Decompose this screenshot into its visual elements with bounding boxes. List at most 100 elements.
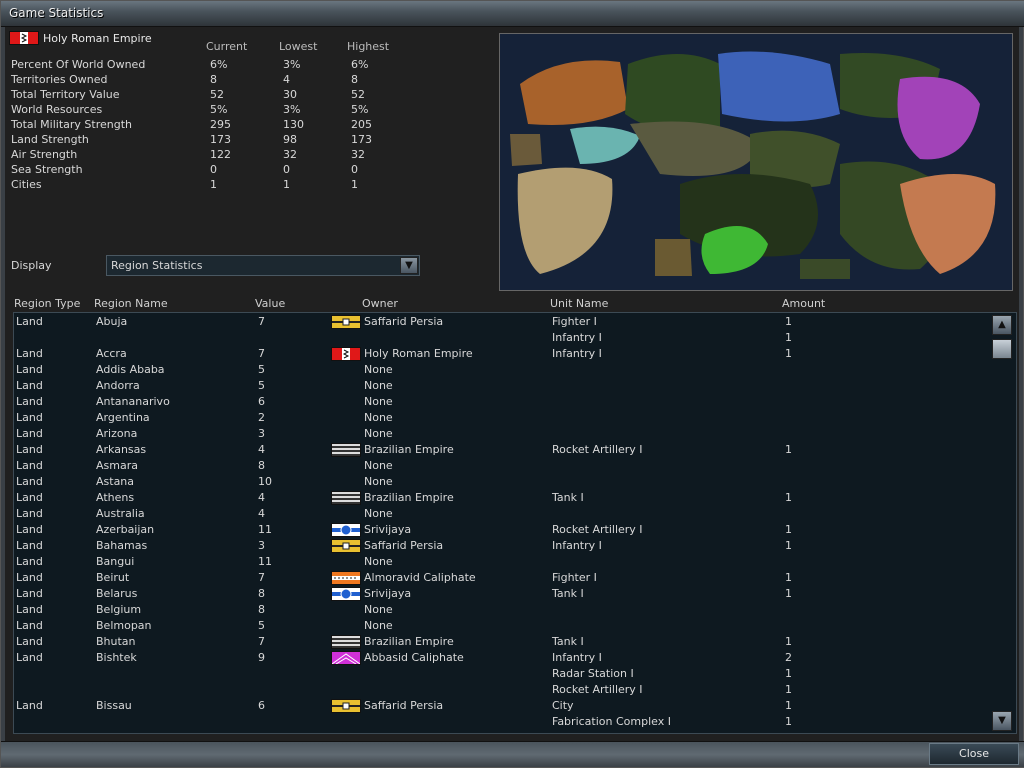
cell-unit: Rocket Artillery I bbox=[552, 683, 643, 696]
cell-type: Land bbox=[16, 379, 43, 392]
stat-label: Air Strength bbox=[11, 148, 77, 161]
cell-amount: 1 bbox=[785, 491, 792, 504]
cell-value: 7 bbox=[258, 571, 265, 584]
cell-amount: 1 bbox=[785, 635, 792, 648]
stat-current: 173 bbox=[210, 133, 231, 146]
cell-amount: 1 bbox=[785, 683, 792, 696]
table-row[interactable]: LandAthens4Brazilian EmpireTank I1 bbox=[14, 490, 989, 506]
table-row[interactable]: LandBissau6Saffarid PersiaCity1 bbox=[14, 698, 989, 714]
stat-highest: 173 bbox=[351, 133, 372, 146]
nation-flag-icon bbox=[9, 31, 39, 45]
cell-name: Addis Ababa bbox=[96, 363, 165, 376]
stat-label: Cities bbox=[11, 178, 42, 191]
cell-unit: Infantry I bbox=[552, 347, 602, 360]
cell-type: Land bbox=[16, 539, 43, 552]
cell-owner: None bbox=[364, 363, 393, 376]
table-row[interactable]: LandAstana10None bbox=[14, 474, 989, 490]
cell-unit: Tank I bbox=[552, 635, 584, 648]
owner-flag-icon bbox=[331, 587, 361, 601]
dropdown-arrow-icon[interactable]: ▼ bbox=[400, 257, 418, 274]
table-row[interactable]: Radar Station I1 bbox=[14, 666, 989, 682]
table-row[interactable]: LandAsmara8None bbox=[14, 458, 989, 474]
table-row[interactable]: LandArgentina2None bbox=[14, 410, 989, 426]
cell-type: Land bbox=[16, 459, 43, 472]
cell-owner: Almoravid Caliphate bbox=[364, 571, 476, 584]
cell-owner: Brazilian Empire bbox=[364, 443, 454, 456]
table-row[interactable]: LandArizona3None bbox=[14, 426, 989, 442]
scroll-thumb[interactable] bbox=[992, 339, 1012, 359]
display-label: Display bbox=[11, 259, 52, 272]
cell-type: Land bbox=[16, 619, 43, 632]
table-row[interactable]: Infantry I1 bbox=[14, 330, 989, 346]
nation-name: Holy Roman Empire bbox=[43, 32, 152, 45]
col-region-type[interactable]: Region Type bbox=[14, 297, 80, 310]
col-unit-name[interactable]: Unit Name bbox=[550, 297, 608, 310]
cell-value: 5 bbox=[258, 619, 265, 632]
cell-name: Athens bbox=[96, 491, 134, 504]
table-row[interactable]: LandBhutan7Brazilian EmpireTank I1 bbox=[14, 634, 989, 650]
cell-owner: None bbox=[364, 411, 393, 424]
cell-type: Land bbox=[16, 523, 43, 536]
region-table-body[interactable]: LandAbuja7Saffarid PersiaFighter I1Infan… bbox=[13, 312, 1017, 734]
table-row[interactable]: LandBangui11None bbox=[14, 554, 989, 570]
stat-current: 52 bbox=[210, 88, 224, 101]
close-button[interactable]: Close bbox=[929, 743, 1019, 765]
stat-highest: 8 bbox=[351, 73, 358, 86]
cell-amount: 1 bbox=[785, 571, 792, 584]
table-row[interactable]: LandArkansas4Brazilian EmpireRocket Arti… bbox=[14, 442, 989, 458]
cell-owner: None bbox=[364, 395, 393, 408]
table-row[interactable]: LandAddis Ababa5None bbox=[14, 362, 989, 378]
table-row[interactable]: Fabrication Complex I1 bbox=[14, 714, 989, 730]
table-row[interactable]: LandAndorra5None bbox=[14, 378, 989, 394]
cell-value: 11 bbox=[258, 555, 272, 568]
stat-highest: 5% bbox=[351, 103, 368, 116]
table-row[interactable]: LandAbuja7Saffarid PersiaFighter I1 bbox=[14, 314, 989, 330]
col-amount[interactable]: Amount bbox=[782, 297, 825, 310]
cell-owner: Brazilian Empire bbox=[364, 635, 454, 648]
table-row[interactable]: LandAzerbaijan11SrivijayaRocket Artiller… bbox=[14, 522, 989, 538]
cell-owner: Abbasid Caliphate bbox=[364, 651, 464, 664]
cell-type: Land bbox=[16, 395, 43, 408]
owner-flag-icon bbox=[331, 635, 361, 649]
scroll-up-icon[interactable]: ▲ bbox=[992, 315, 1012, 335]
scroll-down-icon[interactable]: ▼ bbox=[992, 711, 1012, 731]
stat-label: Sea Strength bbox=[11, 163, 83, 176]
cell-value: 8 bbox=[258, 603, 265, 616]
table-row[interactable]: LandBishtek9Abbasid CaliphateInfantry I2 bbox=[14, 650, 989, 666]
cell-amount: 1 bbox=[785, 347, 792, 360]
stat-lowest: 0 bbox=[283, 163, 290, 176]
stat-highest: 32 bbox=[351, 148, 365, 161]
table-scrollbar[interactable]: ▲ ▼ bbox=[992, 315, 1012, 731]
table-row[interactable]: LandBelgium8None bbox=[14, 602, 989, 618]
cell-name: Arizona bbox=[96, 427, 137, 440]
world-map[interactable] bbox=[499, 33, 1013, 291]
table-row[interactable]: LandAccra7Holy Roman EmpireInfantry I1 bbox=[14, 346, 989, 362]
cell-type: Land bbox=[16, 587, 43, 600]
col-value[interactable]: Value bbox=[255, 297, 285, 310]
table-row[interactable]: Rocket Artillery I 1 bbox=[14, 682, 989, 698]
table-row[interactable]: LandBeirut7Almoravid CaliphateFighter I1 bbox=[14, 570, 989, 586]
cell-unit: Tank I bbox=[552, 491, 584, 504]
stat-highest: 0 bbox=[351, 163, 358, 176]
col-owner[interactable]: Owner bbox=[362, 297, 398, 310]
display-dropdown[interactable]: Region Statistics ▼ bbox=[106, 255, 420, 276]
cell-unit: Rocket Artillery I bbox=[552, 443, 643, 456]
stat-current: 122 bbox=[210, 148, 231, 161]
cell-amount: 1 bbox=[785, 587, 792, 600]
cell-unit: Infantry I bbox=[552, 651, 602, 664]
cell-unit: Tank I bbox=[552, 587, 584, 600]
table-row[interactable]: LandBelmopan5None bbox=[14, 618, 989, 634]
stat-current: 0 bbox=[210, 163, 217, 176]
table-row[interactable]: LandAntananarivo6None bbox=[14, 394, 989, 410]
table-row[interactable]: LandAustralia4None bbox=[14, 506, 989, 522]
table-row[interactable]: LandBelarus8SrivijayaTank I1 bbox=[14, 586, 989, 602]
cell-unit: Fighter I bbox=[552, 571, 597, 584]
table-row[interactable]: LandBahamas3Saffarid PersiaInfantry I1 bbox=[14, 538, 989, 554]
display-dropdown-value: Region Statistics bbox=[111, 259, 202, 272]
left-frame bbox=[1, 27, 5, 743]
cell-value: 5 bbox=[258, 379, 265, 392]
col-region-name[interactable]: Region Name bbox=[94, 297, 168, 310]
owner-flag-icon bbox=[331, 443, 361, 457]
cell-name: Antananarivo bbox=[96, 395, 170, 408]
cell-value: 7 bbox=[258, 347, 265, 360]
